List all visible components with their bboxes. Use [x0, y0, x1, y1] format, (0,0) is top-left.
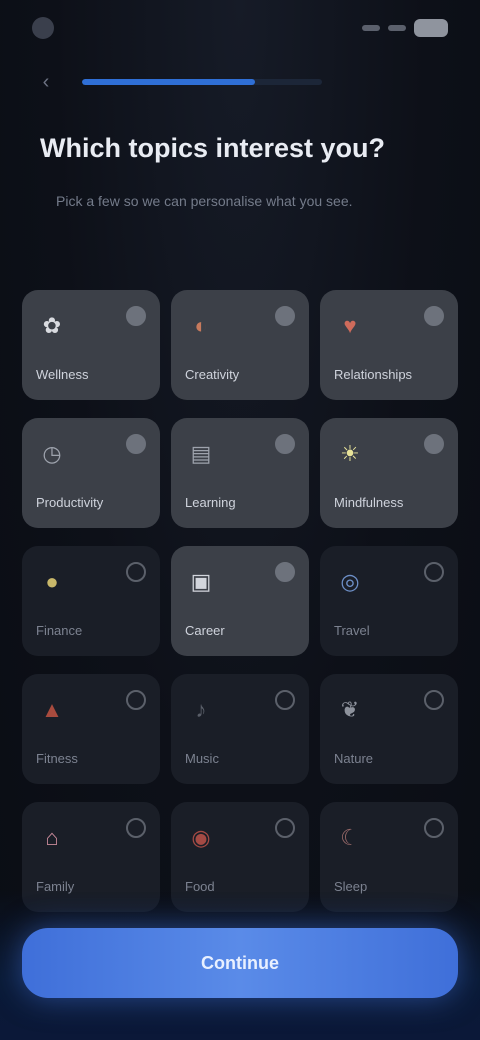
checkbox-icon[interactable]	[275, 690, 295, 710]
coin-icon: ●	[45, 569, 59, 594]
briefcase-icon: ▣	[190, 569, 212, 594]
checkbox-icon[interactable]	[275, 562, 295, 582]
battery-icon	[414, 19, 448, 37]
status-right	[362, 19, 448, 37]
onboarding-screen: ‹ Which topics interest you? Pick a few …	[0, 0, 480, 1040]
topic-label: Productivity	[36, 495, 104, 510]
checkbox-icon[interactable]	[424, 434, 444, 454]
topic-label: Mindfulness	[334, 495, 404, 510]
topic-card[interactable]: ◷ Productivity	[22, 418, 160, 528]
topic-label: Travel	[334, 623, 370, 638]
topic-label: Music	[185, 751, 219, 766]
status-left	[32, 17, 64, 39]
sun-icon: ☀	[340, 441, 360, 466]
progress-bar	[82, 79, 322, 85]
checkbox-icon[interactable]	[275, 306, 295, 326]
app-dot-icon	[32, 17, 54, 39]
music-icon: ♪	[195, 697, 207, 722]
checkbox-icon[interactable]	[275, 818, 295, 838]
leaf-icon: ❦	[340, 697, 360, 722]
flame-icon: ▲	[41, 697, 63, 722]
checkbox-icon[interactable]	[126, 434, 146, 454]
progress-fill	[82, 79, 255, 85]
heart-icon: ♥	[343, 313, 357, 338]
topic-card[interactable]: ▤ Learning	[171, 418, 309, 528]
moon-icon: ☾	[340, 825, 360, 850]
checkbox-icon[interactable]	[424, 818, 444, 838]
topic-card[interactable]: ▲ Fitness	[22, 674, 160, 784]
page-subtitle: Pick a few so we can personalise what yo…	[56, 193, 353, 209]
signal-icon	[362, 25, 380, 31]
wifi-icon	[388, 25, 406, 31]
topic-card[interactable]: ▣ Career	[171, 546, 309, 656]
checkbox-icon[interactable]	[126, 562, 146, 582]
checkbox-icon[interactable]	[275, 434, 295, 454]
topic-label: Finance	[36, 623, 83, 638]
topic-card[interactable]: ♪ Music	[171, 674, 309, 784]
topic-label: Learning	[185, 495, 236, 510]
checkbox-icon[interactable]	[126, 818, 146, 838]
page-title: Which topics interest you?	[40, 133, 386, 163]
topic-label: Fitness	[36, 751, 78, 766]
checkbox-icon[interactable]	[126, 306, 146, 326]
topic-label: Nature	[334, 751, 374, 766]
apple-icon: ◉	[191, 825, 211, 850]
topic-card[interactable]: ✿ Wellness	[22, 290, 160, 400]
chevron-left-icon[interactable]: ‹	[36, 71, 56, 93]
topic-label: Creativity	[185, 367, 240, 382]
topic-card[interactable]: ◐ Creativity	[171, 290, 309, 400]
topic-card[interactable]: ◎ Travel	[320, 546, 458, 656]
checkbox-icon[interactable]	[424, 690, 444, 710]
home-icon: ⌂	[45, 825, 59, 850]
topic-card[interactable]: ♥ Relationships	[320, 290, 458, 400]
continue-button[interactable]: Continue	[22, 928, 458, 998]
topic-card[interactable]: ☀ Mindfulness	[320, 418, 458, 528]
nav-row: ‹	[0, 60, 480, 104]
globe-icon: ◎	[340, 569, 360, 594]
flower-icon: ✿	[42, 313, 62, 338]
topic-card[interactable]: ● Finance	[22, 546, 160, 656]
clock-icon: ◷	[42, 441, 62, 466]
checkbox-icon[interactable]	[424, 562, 444, 582]
book-icon: ▤	[190, 441, 212, 466]
checkbox-icon[interactable]	[126, 690, 146, 710]
checkbox-icon[interactable]	[424, 306, 444, 326]
topic-label: Relationships	[334, 367, 413, 382]
topic-card[interactable]: ❦ Nature	[320, 674, 458, 784]
topic-grid: ✿ Wellness ◐ Creativity ♥ Relationships ◷ Produ…	[22, 290, 458, 912]
palette-icon: ◐	[194, 313, 208, 338]
status-bar	[0, 0, 480, 56]
topic-label: Wellness	[36, 367, 89, 382]
topic-label: Career	[185, 623, 225, 638]
